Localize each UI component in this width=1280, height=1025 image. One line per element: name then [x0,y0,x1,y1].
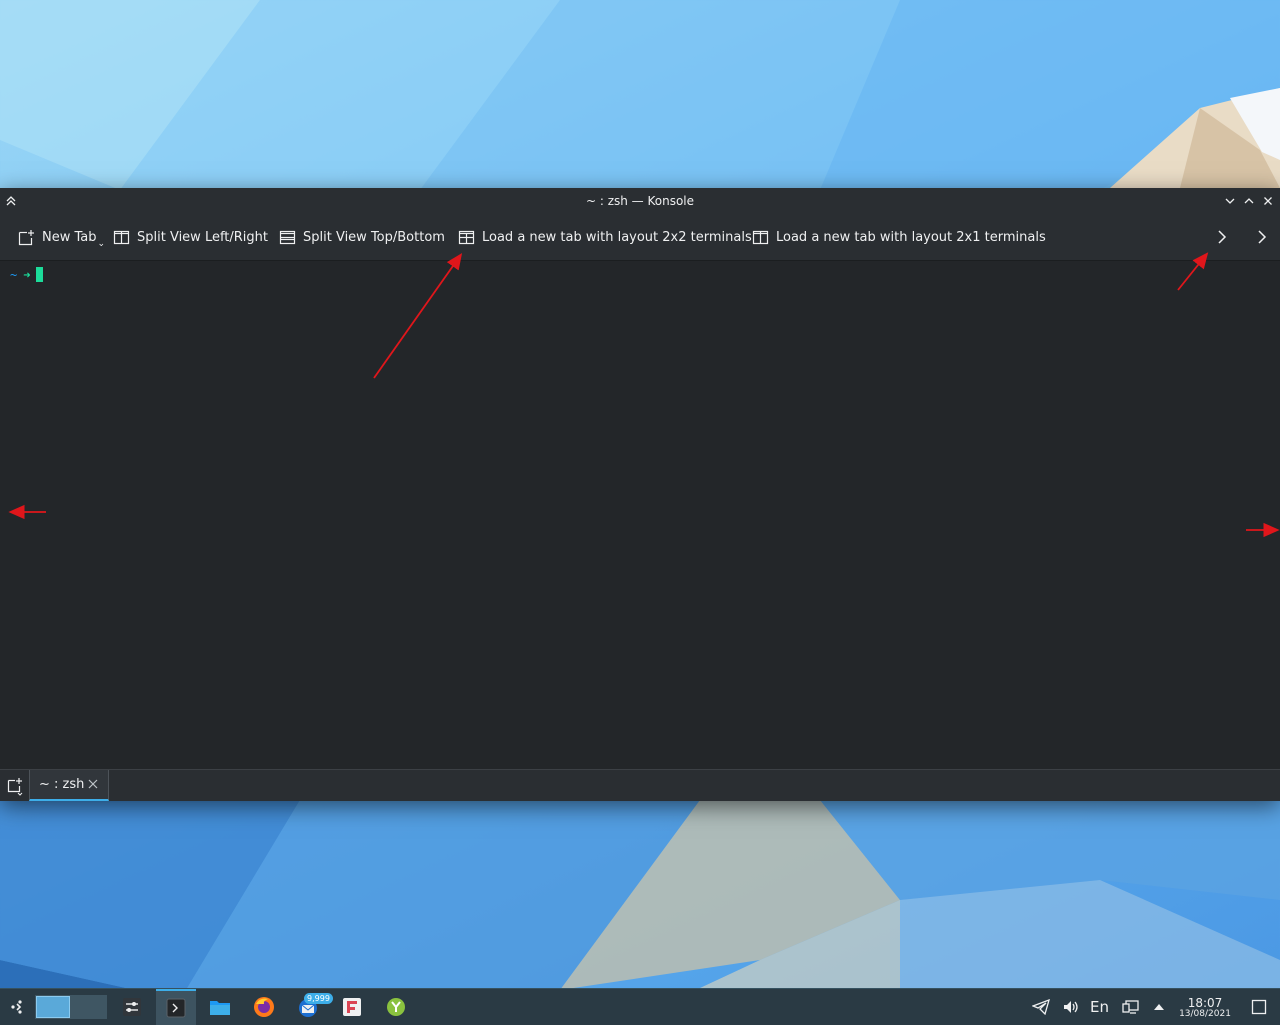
new-tab-button[interactable]: New Tab ⌄ [18,214,105,260]
telegram-tray-icon[interactable] [1030,989,1052,1025]
split-left-right-label: Split View Left/Right [137,229,269,245]
tab-zsh[interactable]: ~ : zsh [29,770,109,801]
toolbar-extension-button[interactable] [1256,214,1268,260]
layout-2x1-icon [752,230,769,244]
close-button[interactable] [1259,192,1277,210]
flameshot-icon[interactable] [338,989,366,1025]
text-cursor [36,267,44,282]
layout-2x1-label: Load a new tab with layout 2x1 terminals [776,229,1046,245]
chevron-right-icon [1258,230,1267,244]
layout-2x2-button[interactable]: Load a new tab with layout 2x2 terminals [458,214,752,260]
new-tab-icon [7,778,23,796]
keyboard-layout-indicator[interactable]: En [1090,998,1109,1016]
new-tab-corner-button[interactable] [6,776,26,796]
network-icon[interactable] [1120,989,1142,1025]
digital-clock[interactable]: 18:07 13/08/2021 [1176,997,1234,1020]
system-settings-icon[interactable] [118,989,146,1025]
taskbar: En 18:07 13/08/2021 [0,988,1280,1025]
tray-expand-icon[interactable] [1150,989,1168,1025]
prompt-arrow: ➜ [23,267,31,282]
split-view-top-bottom-button[interactable]: Split View Top/Bottom [279,214,445,260]
new-tab-icon [18,229,34,245]
clock-date: 13/08/2021 [1179,1009,1231,1019]
split-view-left-right-button[interactable]: Split View Left/Right [113,214,268,260]
window-title: ~ : zsh — Konsole [585,194,695,208]
kde-connect-icon[interactable] [382,989,410,1025]
minimize-button[interactable] [1221,192,1239,210]
konsole-window: ~ : zsh — Konsole New Tab ⌄ Split View L… [0,188,1280,801]
toolbar-overflow-button[interactable] [1216,214,1228,260]
pager-desktop-1[interactable] [36,996,70,1018]
layout-2x1-button[interactable]: Load a new tab with layout 2x1 terminals [752,214,1046,260]
window-titlebar[interactable]: ~ : zsh — Konsole [0,188,1280,214]
show-desktop-icon[interactable] [1248,989,1270,1025]
volume-icon[interactable] [1060,989,1082,1025]
shell-prompt: ~ ➜ [10,267,44,282]
firefox-icon[interactable] [250,989,278,1025]
unread-count-badge: 9,999 [304,993,333,1004]
split-top-bottom-icon [279,230,296,244]
tab-bar: ~ : zsh [0,769,1280,801]
maximize-button[interactable] [1240,192,1258,210]
main-toolbar: New Tab ⌄ Split View Left/Right Split Vi… [0,214,1280,261]
layout-2x2-icon [458,230,475,244]
terminal-area[interactable]: ~ ➜ [0,261,1280,769]
prompt-directory: ~ [10,267,18,282]
split-left-right-icon [113,230,130,244]
layout-2x2-label: Load a new tab with layout 2x2 terminals [482,229,752,245]
dropdown-indicator-icon[interactable]: ⌄ [98,239,106,249]
clock-time: 18:07 [1187,996,1223,1010]
konsole-icon[interactable] [156,989,196,1025]
split-top-bottom-label: Split View Top/Bottom [303,229,445,245]
tab-label: ~ : zsh [39,777,85,792]
application-launcher-icon[interactable] [6,989,30,1025]
new-tab-label: New Tab [42,229,97,245]
chevron-right-icon [1218,230,1227,244]
dolphin-icon[interactable] [206,989,234,1025]
virtual-desktop-pager[interactable] [35,995,107,1019]
close-icon[interactable] [88,778,98,793]
